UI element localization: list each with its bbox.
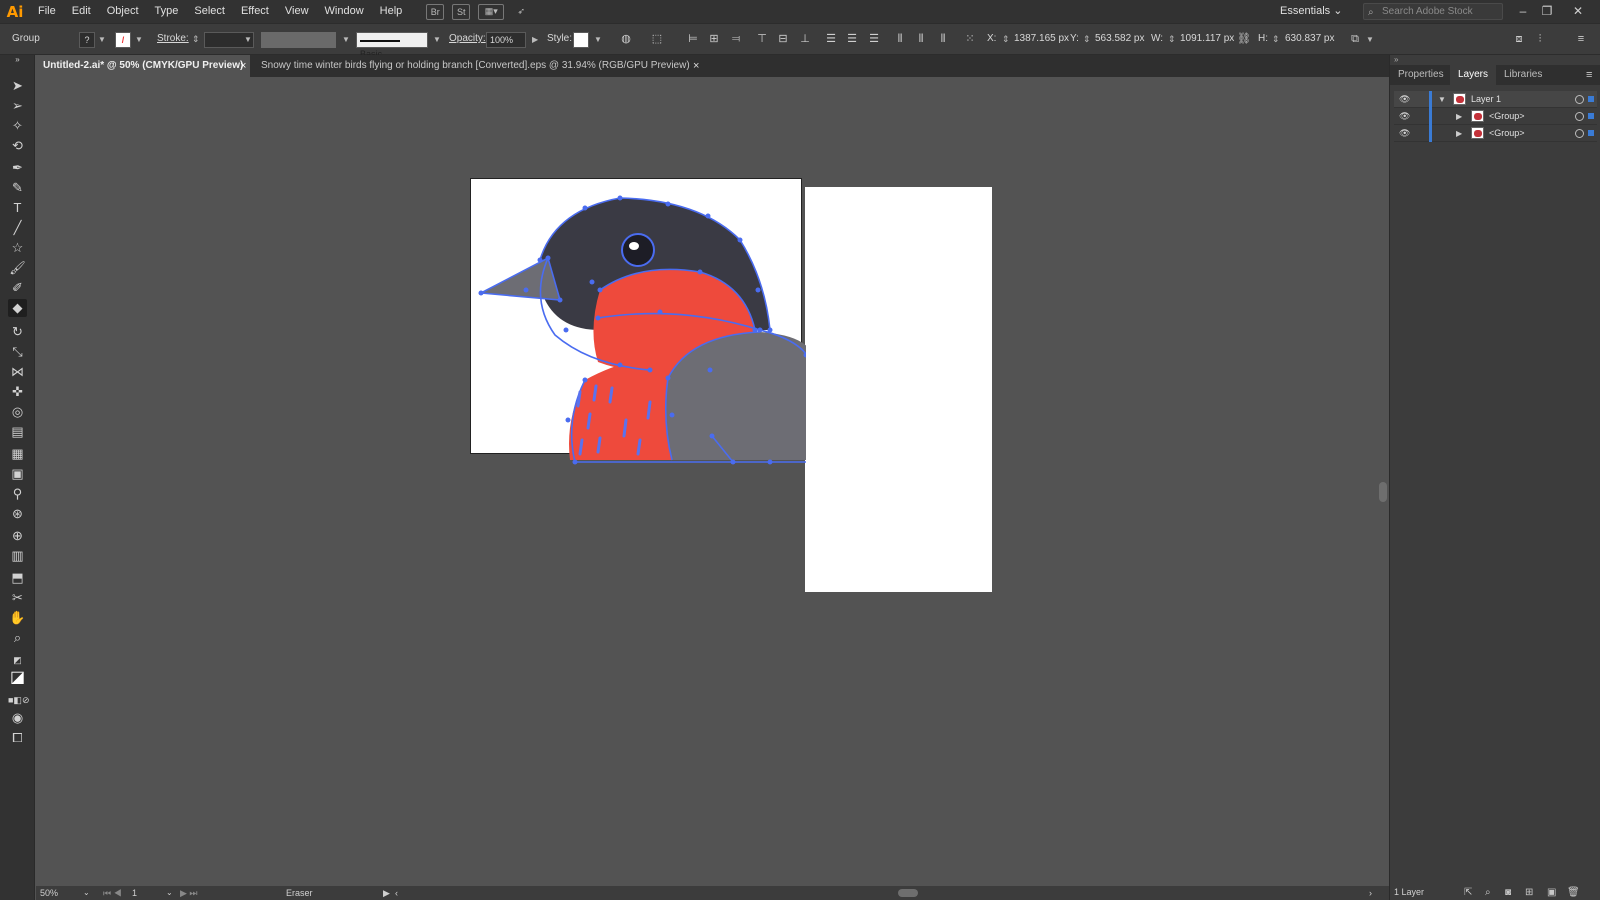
first-artboard-icon[interactable]: ⏮ ◀ [103, 886, 122, 900]
right-panel: » Properties Layers Libraries ≡ 👁 ▼ Laye… [1389, 55, 1600, 900]
target-icon[interactable] [1575, 129, 1584, 138]
layer-row-group-1[interactable]: 👁 ▶ <Group> [1394, 108, 1597, 125]
layers-footer: 1 Layer ⇱ ⌕ ◙ ⊞ ▣ 🗑 [1390, 885, 1600, 900]
layer-name[interactable]: <Group> [1489, 125, 1525, 142]
selection-indicator[interactable] [1588, 113, 1594, 119]
zoom-level[interactable]: 50% [40, 886, 58, 900]
collapse-panel-icon[interactable]: » [1394, 55, 1398, 64]
selection-indicator[interactable] [1588, 130, 1594, 136]
panel-menu-icon[interactable]: ≡ [1586, 65, 1592, 85]
layer-name[interactable]: <Group> [1489, 108, 1525, 125]
scrollbar-thumb[interactable] [1379, 482, 1387, 502]
clipping-mask-icon[interactable]: ◙ [1505, 885, 1511, 900]
chevron-right-icon[interactable]: ▶ [1456, 108, 1462, 125]
panel-tabs: Properties Layers Libraries ≡ [1390, 65, 1600, 85]
vertical-scrollbar[interactable] [1377, 77, 1389, 886]
current-tool-label: Eraser [286, 888, 313, 898]
target-icon[interactable] [1575, 112, 1584, 121]
chevron-down-icon[interactable]: ▼ [1438, 91, 1446, 108]
chevron-down-icon[interactable]: ⌄ [166, 886, 173, 900]
status-bar: 50% ⌄ ⏮ ◀ 1 ⌄ ▶ ⏭ Eraser ▶ ‹ › [36, 886, 1389, 900]
target-icon[interactable] [1575, 95, 1584, 104]
locate-object-icon[interactable]: ⌕ [1485, 885, 1491, 900]
chevron-right-icon[interactable]: ▶ [1456, 125, 1462, 142]
layer-thumbnail [1453, 93, 1466, 105]
layer-color-bar [1429, 108, 1432, 125]
layer-row-layer-1[interactable]: 👁 ▼ Layer 1 [1394, 91, 1597, 108]
layer-thumbnail [1471, 110, 1484, 122]
visibility-eye-icon[interactable]: 👁 [1399, 110, 1413, 122]
artboard-number[interactable]: 1 [132, 886, 137, 900]
horizontal-scrollbar-thumb[interactable] [898, 889, 918, 897]
layer-row-group-2[interactable]: 👁 ▶ <Group> [1394, 125, 1597, 142]
layer-count: 1 Layer [1394, 887, 1425, 897]
export-icon[interactable]: ⇱ [1464, 885, 1472, 900]
bird-artwork[interactable] [0, 0, 1600, 900]
scroll-left-icon[interactable]: ‹ [395, 886, 398, 900]
visibility-eye-icon[interactable]: 👁 [1399, 93, 1413, 105]
layer-color-bar [1429, 91, 1432, 108]
scroll-right-icon[interactable]: › [1369, 886, 1372, 900]
layer-thumbnail [1471, 127, 1484, 139]
selection-indicator[interactable] [1588, 96, 1594, 102]
new-sublayer-icon[interactable]: ⊞ [1525, 885, 1533, 900]
tab-properties[interactable]: Properties [1390, 65, 1452, 85]
layer-name[interactable]: Layer 1 [1471, 91, 1501, 108]
tab-libraries[interactable]: Libraries [1496, 65, 1550, 85]
last-artboard-icon[interactable]: ▶ ⏭ [180, 886, 198, 900]
new-layer-icon[interactable]: ▣ [1547, 885, 1556, 900]
status-menu-icon[interactable]: ▶ [383, 886, 390, 900]
layer-color-bar [1429, 125, 1432, 142]
chevron-down-icon[interactable]: ⌄ [83, 886, 90, 900]
tab-layers[interactable]: Layers [1450, 65, 1497, 85]
bird-eye-highlight [629, 242, 639, 250]
delete-layer-icon[interactable]: 🗑 [1567, 885, 1580, 900]
visibility-eye-icon[interactable]: 👁 [1399, 127, 1413, 139]
bird-eye[interactable] [621, 233, 655, 267]
